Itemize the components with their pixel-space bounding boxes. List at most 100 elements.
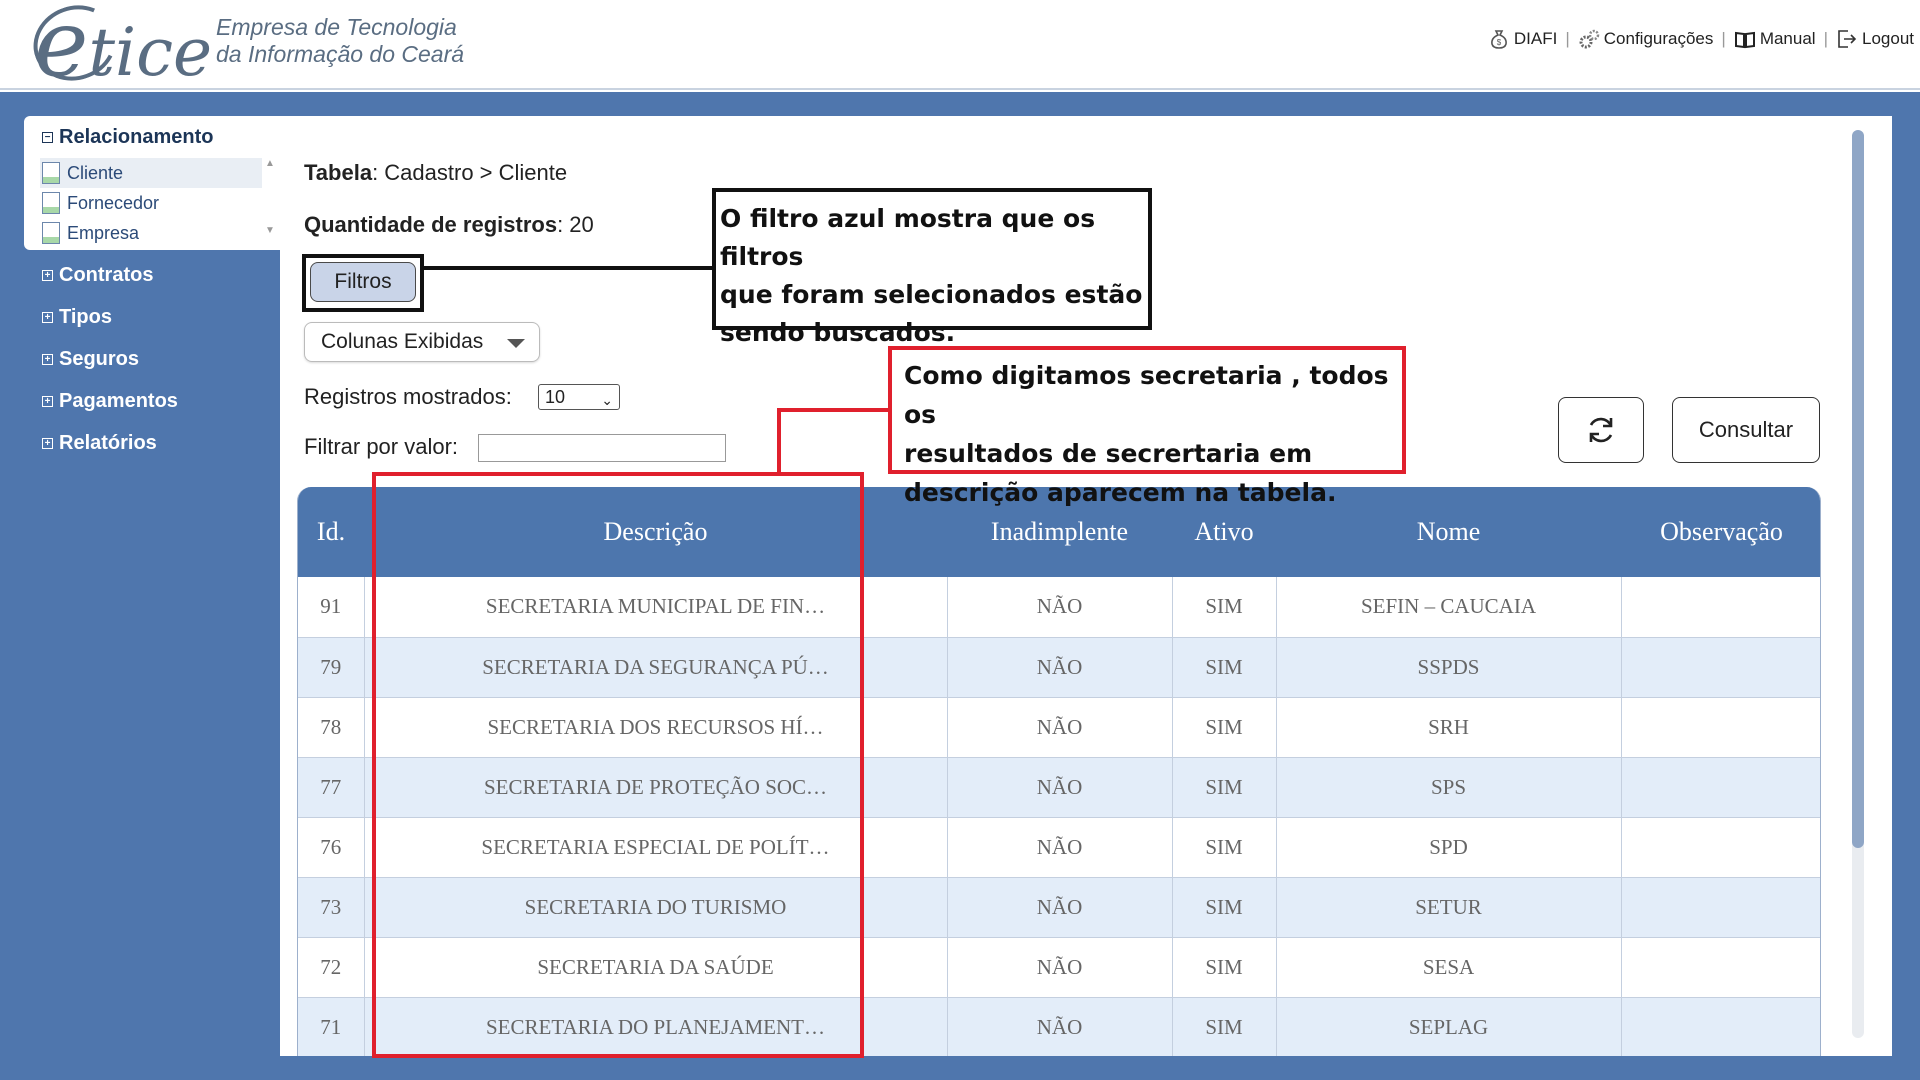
cell-inadimplente: NÃO <box>947 637 1173 698</box>
annotation-connector-line <box>424 266 714 270</box>
nav-manual-label: Manual <box>1759 29 1816 48</box>
sidebar-group-label: Tipos <box>59 306 112 328</box>
logout-icon <box>1838 30 1857 48</box>
app-header: etice Empresa de Tecnologia da Informaçã… <box>0 0 1920 93</box>
cell-ativo: SIM <box>1172 997 1277 1056</box>
annotation-search-note: Como digitamos secretaria , todos os res… <box>888 346 1406 507</box>
sidebar-item-label: Cliente <box>67 162 124 183</box>
annotation-line: Como digitamos secretaria , todos os <box>904 361 1389 429</box>
cell-ativo: SIM <box>1172 637 1277 698</box>
registros-mostrados-value: 10 <box>545 387 566 407</box>
cell-inadimplente: NÃO <box>947 877 1173 938</box>
collapse-icon: − <box>42 132 53 143</box>
nav-logout-label: Logout <box>1862 29 1914 48</box>
cell-observacao <box>1621 877 1820 938</box>
cell-inadimplente: NÃO <box>947 577 1173 638</box>
filtrar-por-valor-input[interactable] <box>478 434 726 462</box>
cell-id: 76 <box>298 817 365 878</box>
sidebar-group-label: Seguros <box>59 348 140 370</box>
money-bag-icon: $ <box>1490 30 1507 49</box>
cell-observacao <box>1621 937 1820 998</box>
nav-separator: | <box>1565 29 1570 48</box>
registros-mostrados-select[interactable]: 10 ⌄ <box>538 384 620 410</box>
caret-down-icon <box>507 339 525 348</box>
breadcrumb-value: : Cadastro > Cliente <box>372 160 568 185</box>
cell-observacao <box>1621 817 1820 878</box>
scroll-up-arrow-icon[interactable]: ▲ <box>262 158 278 169</box>
cell-id: 71 <box>298 997 365 1056</box>
annotation-line: que foram selecionados estão <box>720 280 1143 309</box>
annotation-filtros-highlight <box>302 254 424 312</box>
annotation-filter-note: O filtro azul mostra que os filtros que … <box>712 188 1152 347</box>
top-nav: $ DIAFI | Configurações | Manual | Logou… <box>1488 28 1914 50</box>
nav-logout[interactable]: Logout <box>1836 28 1914 50</box>
main-scrollbar[interactable] <box>1852 130 1864 1038</box>
sidebar-group-relacionamento[interactable]: − Relacionamento <box>42 126 213 149</box>
consultar-button[interactable]: Consultar <box>1672 397 1820 463</box>
nav-configuracoes[interactable]: Configurações <box>1578 28 1714 50</box>
expand-icon: + <box>42 438 53 449</box>
cell-ativo: SIM <box>1172 697 1277 758</box>
document-icon <box>42 192 60 214</box>
column-header-observacao[interactable]: Observação <box>1621 487 1820 577</box>
sidebar-item-label: Empresa <box>67 222 140 243</box>
sidebar-group-label: Contratos <box>59 264 154 286</box>
cell-inadimplente: NÃO <box>947 757 1173 818</box>
breadcrumb: Tabela: Cadastro > Cliente <box>304 160 567 186</box>
sidebar: − Relacionamento Cliente Fornecedor Empr… <box>24 116 280 1056</box>
cell-observacao <box>1621 697 1820 758</box>
cell-inadimplente: NÃO <box>947 997 1173 1056</box>
svg-text:$: $ <box>1497 38 1502 47</box>
sidebar-group-label: Relacionamento <box>59 126 214 148</box>
sidebar-group-pagamentos[interactable]: + Pagamentos <box>42 390 178 413</box>
sidebar-group-relatorios[interactable]: + Relatórios <box>42 432 157 455</box>
cell-observacao <box>1621 637 1820 698</box>
chevron-down-icon: ⌄ <box>601 392 613 408</box>
annotation-line: descrição aparecem na tabela. <box>904 478 1337 507</box>
sidebar-item-cliente[interactable]: Cliente <box>40 158 262 188</box>
company-name: Empresa de Tecnologia da Informação do C… <box>216 14 464 68</box>
document-icon <box>42 162 60 184</box>
sidebar-group-label: Pagamentos <box>59 390 178 412</box>
cell-nome: SESA <box>1276 937 1622 998</box>
cell-nome: SSPDS <box>1276 637 1622 698</box>
cell-observacao <box>1621 757 1820 818</box>
cell-ativo: SIM <box>1172 817 1277 878</box>
main-scrollbar-thumb[interactable] <box>1852 130 1864 848</box>
annotation-connector-line <box>777 408 890 412</box>
sidebar-item-fornecedor[interactable]: Fornecedor <box>40 188 262 218</box>
nav-diafi[interactable]: $ DIAFI <box>1488 28 1557 50</box>
cell-inadimplente: NÃO <box>947 937 1173 998</box>
nav-configuracoes-label: Configurações <box>1603 29 1714 48</box>
expand-icon: + <box>42 396 53 407</box>
registros-mostrados-label: Registros mostrados: <box>304 384 512 409</box>
record-count-value: : 20 <box>557 212 594 237</box>
cell-ativo: SIM <box>1172 877 1277 938</box>
colunas-exibidas-label: Colunas Exibidas <box>321 330 484 353</box>
cell-nome: SETUR <box>1276 877 1622 938</box>
etice-logo: etice <box>34 0 212 93</box>
sidebar-group-contratos[interactable]: + Contratos <box>42 264 153 287</box>
scroll-down-arrow-icon[interactable]: ▼ <box>262 225 278 236</box>
expand-icon: + <box>42 270 53 281</box>
sidebar-group-tipos[interactable]: + Tipos <box>42 306 112 329</box>
cell-id: 73 <box>298 877 365 938</box>
refresh-button[interactable] <box>1558 397 1644 463</box>
annotation-line: O filtro azul mostra que os filtros <box>720 204 1096 271</box>
colunas-exibidas-dropdown[interactable]: Colunas Exibidas <box>304 322 540 362</box>
cell-ativo: SIM <box>1172 757 1277 818</box>
cell-observacao <box>1621 577 1820 638</box>
nav-manual[interactable]: Manual <box>1734 28 1816 50</box>
logo-letter-e: e <box>34 0 89 97</box>
expand-icon: + <box>42 354 53 365</box>
gears-icon <box>1579 29 1600 49</box>
cell-id: 78 <box>298 697 365 758</box>
sidebar-group-seguros[interactable]: + Seguros <box>42 348 139 371</box>
cell-observacao <box>1621 997 1820 1056</box>
company-name-line1: Empresa de Tecnologia <box>216 14 457 40</box>
cell-nome: SEFIN – CAUCAIA <box>1276 577 1622 638</box>
document-icon <box>42 222 60 244</box>
sidebar-item-empresa[interactable]: Empresa <box>40 218 262 248</box>
sidebar-list-scrollbar[interactable]: ▲ ▼ <box>262 158 278 246</box>
column-header-id[interactable]: Id. <box>298 487 364 577</box>
